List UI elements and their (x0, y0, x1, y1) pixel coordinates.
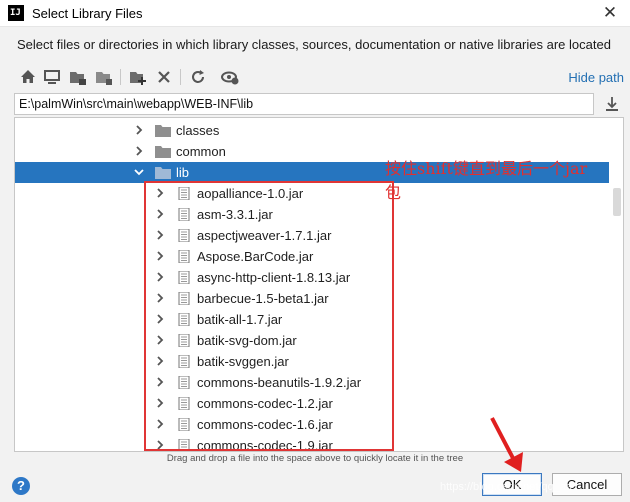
tree-item-label: classes (176, 123, 220, 138)
folder-icon (155, 145, 171, 158)
tree-item-label: lib (176, 165, 190, 180)
watermark: https://blog.csdn.net/qq_aa (440, 481, 573, 493)
tree-folder-row[interactable]: classes (15, 120, 609, 141)
chevron-down-icon[interactable] (133, 165, 145, 179)
delete-icon[interactable] (154, 67, 174, 87)
new-folder-icon[interactable] (128, 67, 148, 87)
folder-icon (155, 124, 171, 137)
desktop-icon[interactable] (42, 67, 62, 87)
path-value: E:\palmWin\src\main\webapp\WEB-INF\lib (19, 97, 254, 111)
window-title: Select Library Files (32, 6, 143, 21)
folder-icon (155, 166, 171, 179)
title-bar: IJ Select Library Files ✕ (0, 0, 630, 27)
tree-item-label: common (176, 144, 226, 159)
dialog-description: Select files or directories in which lib… (17, 37, 611, 52)
project-folder-icon[interactable] (68, 67, 88, 87)
toolbar-separator (120, 69, 121, 85)
hide-path-link[interactable]: Hide path (568, 70, 624, 85)
tree-scrollbar[interactable] (613, 188, 621, 216)
help-button[interactable]: ? (12, 477, 30, 495)
drag-drop-hint: Drag and drop a file into the space abov… (166, 453, 464, 464)
chevron-right-icon[interactable] (133, 144, 145, 158)
home-icon[interactable] (18, 67, 38, 87)
path-field[interactable]: E:\palmWin\src\main\webapp\WEB-INF\lib (14, 93, 594, 115)
highlight-box (144, 181, 394, 451)
show-hidden-icon[interactable] (220, 67, 240, 87)
refresh-icon[interactable] (188, 67, 208, 87)
close-icon[interactable]: ✕ (600, 3, 620, 23)
annotation-text: 按住shift键直到最后一个jar包 (385, 159, 588, 202)
toolbar: Hide path (14, 65, 624, 91)
chevron-right-icon[interactable] (133, 123, 145, 137)
toolbar-separator (180, 69, 181, 85)
module-folder-icon[interactable] (94, 67, 114, 87)
intellij-app-icon: IJ (8, 5, 24, 21)
download-arrow-icon[interactable] (602, 95, 622, 113)
